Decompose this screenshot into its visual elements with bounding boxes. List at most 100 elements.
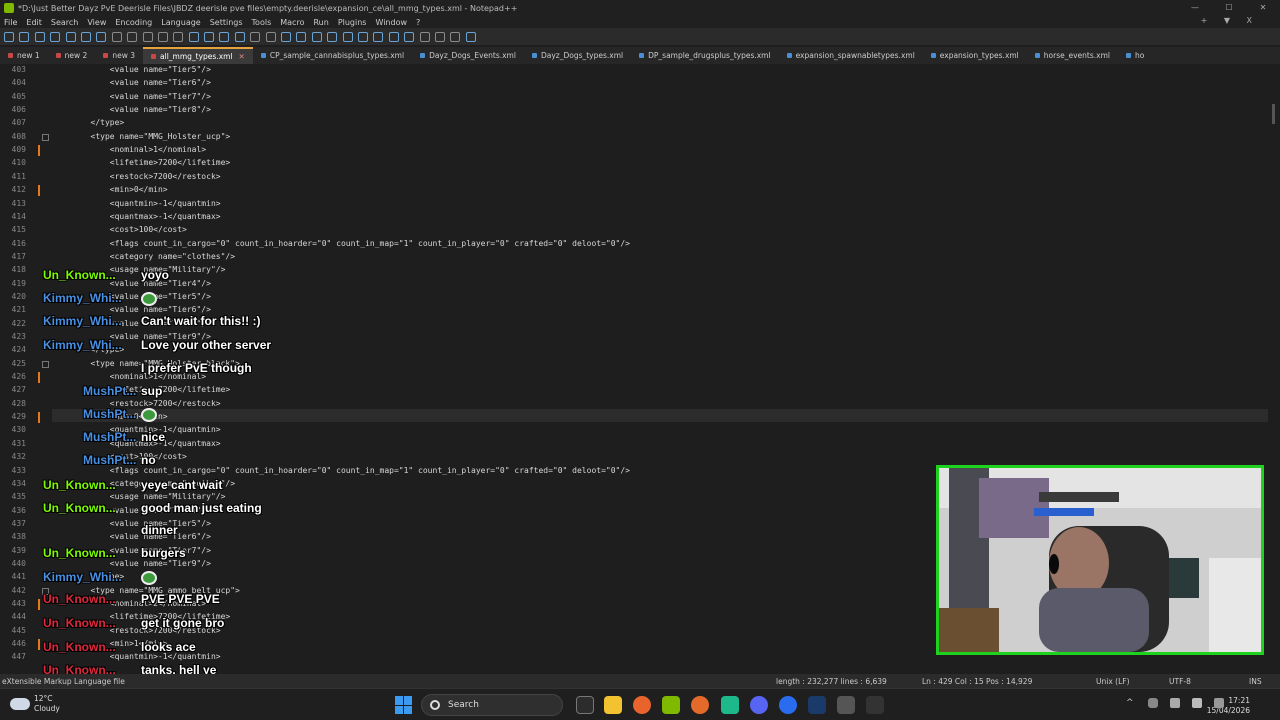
firefox-icon[interactable] — [633, 696, 651, 714]
tab-dp-sample-drugsplus[interactable]: DP_sample_drugsplus_types.xml — [631, 47, 778, 64]
line-number: 428 — [11, 398, 26, 408]
tab-close-icon[interactable]: ✕ — [239, 48, 245, 65]
line-number: 410 — [11, 158, 26, 168]
steam-icon[interactable] — [808, 696, 826, 714]
zoom-in-icon[interactable] — [219, 31, 230, 42]
menu-settings[interactable]: Settings — [210, 18, 243, 27]
redo-icon[interactable] — [173, 31, 184, 42]
taskbar-search[interactable]: Search — [421, 694, 563, 716]
file-explorer-icon[interactable] — [604, 696, 622, 714]
function-list-icon[interactable] — [357, 31, 368, 42]
udl-icon[interactable] — [327, 31, 338, 42]
tab-new-1[interactable]: new 1 — [0, 47, 48, 64]
word-wrap-icon[interactable] — [281, 31, 292, 42]
menu-search[interactable]: Search — [51, 18, 78, 27]
status-eol[interactable]: Unix (LF) — [1096, 677, 1130, 686]
tab-expansion-types[interactable]: expansion_types.xml — [923, 47, 1027, 64]
tray-chevron-icon[interactable]: ^ — [1126, 698, 1136, 708]
status-insert-mode[interactable]: INS — [1249, 677, 1262, 686]
notification-icon[interactable] — [1214, 698, 1224, 708]
save-icon[interactable] — [34, 31, 45, 42]
microphone-icon[interactable] — [1148, 698, 1158, 708]
menu-window[interactable]: Window — [375, 18, 407, 27]
line-number: 404 — [11, 78, 26, 88]
tab-expansion-spawnabletypes[interactable]: expansion_spawnabletypes.xml — [779, 47, 923, 64]
weather-widget[interactable]: 12°C Cloudy — [10, 694, 60, 714]
new-tab-plus-icon[interactable]: + — [1201, 16, 1208, 25]
windows-start-icon[interactable] — [395, 696, 413, 714]
close-all-icon[interactable] — [80, 31, 91, 42]
obs-icon[interactable] — [779, 696, 797, 714]
find-icon[interactable] — [188, 31, 199, 42]
menu-run[interactable]: Run — [313, 18, 328, 27]
sync-horizontal-icon[interactable] — [265, 31, 276, 42]
tab-ho-truncated[interactable]: ho — [1118, 47, 1152, 64]
tab-cp-sample-cannabisplus[interactable]: CP_sample_cannabisplus_types.xml — [253, 47, 412, 64]
tab-horse-events[interactable]: horse_events.xml — [1027, 47, 1118, 64]
paste-icon[interactable] — [142, 31, 153, 42]
tab-label: new 2 — [64, 51, 88, 60]
run-macro-multiple-icon[interactable] — [450, 31, 461, 42]
menu-language[interactable]: Language — [161, 18, 200, 27]
menu-right-controls: + ▼ X — [1187, 16, 1252, 25]
menu-edit[interactable]: Edit — [26, 18, 42, 27]
sync-vertical-icon[interactable] — [250, 31, 261, 42]
menu-file[interactable]: File — [4, 18, 17, 27]
zoom-out-icon[interactable] — [234, 31, 245, 42]
close-file-icon[interactable] — [65, 31, 76, 42]
dayz-icon[interactable] — [837, 696, 855, 714]
tab-new-2[interactable]: new 2 — [48, 47, 96, 64]
terminal-icon[interactable] — [866, 696, 884, 714]
record-macro-icon[interactable] — [404, 31, 415, 42]
new-file-icon[interactable] — [4, 31, 14, 42]
code-line: <quantmin>-1</quantmin> — [52, 198, 221, 208]
minimize-button[interactable]: — — [1178, 0, 1212, 16]
play-macro-icon[interactable] — [434, 31, 445, 42]
vertical-scrollbar[interactable] — [1268, 64, 1280, 674]
doc-map-icon[interactable] — [342, 31, 353, 42]
open-file-icon[interactable] — [19, 31, 30, 42]
menu-macro[interactable]: Macro — [280, 18, 304, 27]
chat-username: Kimmy_Whi... — [43, 314, 122, 328]
indent-guide-icon[interactable] — [311, 31, 322, 42]
fold-toggle-icon[interactable] — [42, 133, 49, 141]
close-doc-icon[interactable]: X — [1247, 16, 1252, 25]
menu-view[interactable]: View — [87, 18, 106, 27]
print-icon[interactable] — [96, 31, 107, 42]
notepadpp-taskbar-icon[interactable] — [662, 696, 680, 714]
copy-icon[interactable] — [127, 31, 138, 42]
monitoring-icon[interactable] — [388, 31, 399, 42]
save-all-icon[interactable] — [50, 31, 61, 42]
fold-toggle-icon[interactable] — [42, 360, 49, 368]
menu-help[interactable]: ? — [416, 18, 420, 27]
line-number: 408 — [11, 131, 26, 141]
replace-icon[interactable] — [204, 31, 215, 42]
tab-new-3[interactable]: new 3 — [95, 47, 143, 64]
menu-tools[interactable]: Tools — [252, 18, 272, 27]
menu-encoding[interactable]: Encoding — [115, 18, 152, 27]
task-view-icon[interactable] — [576, 696, 594, 714]
show-all-chars-icon[interactable] — [296, 31, 307, 42]
scrollbar-thumb[interactable] — [1272, 104, 1275, 124]
stop-macro-icon[interactable] — [419, 31, 430, 42]
folder-workspace-icon[interactable] — [373, 31, 384, 42]
tab-all-mmg-types[interactable]: all_mmg_types.xml ✕ — [143, 47, 253, 64]
tab-dayz-dogs-events[interactable]: Dayz_Dogs_Events.xml — [412, 47, 524, 64]
status-encoding[interactable]: UTF-8 — [1169, 677, 1191, 686]
undo-icon[interactable] — [157, 31, 168, 42]
save-macro-icon[interactable] — [465, 31, 476, 42]
menu-plugins[interactable]: Plugins — [338, 18, 367, 27]
tab-list-chevron-icon[interactable]: ▼ — [1224, 16, 1230, 25]
close-button[interactable]: ✕ — [1246, 0, 1280, 16]
discord-icon[interactable] — [750, 696, 768, 714]
tab-label: new 3 — [112, 51, 136, 60]
spotify-like-icon[interactable] — [721, 696, 739, 714]
cut-icon[interactable] — [111, 31, 122, 42]
volume-icon[interactable] — [1192, 698, 1202, 708]
code-line: <category name="clothes"/> — [52, 251, 236, 261]
tab-dayz-dogs-types[interactable]: Dayz_Dogs_types.xml — [524, 47, 631, 64]
network-icon[interactable] — [1170, 698, 1180, 708]
maximize-button[interactable]: ☐ — [1212, 0, 1246, 16]
tab-label: all_mmg_types.xml — [160, 52, 233, 61]
browser-icon[interactable] — [691, 696, 709, 714]
